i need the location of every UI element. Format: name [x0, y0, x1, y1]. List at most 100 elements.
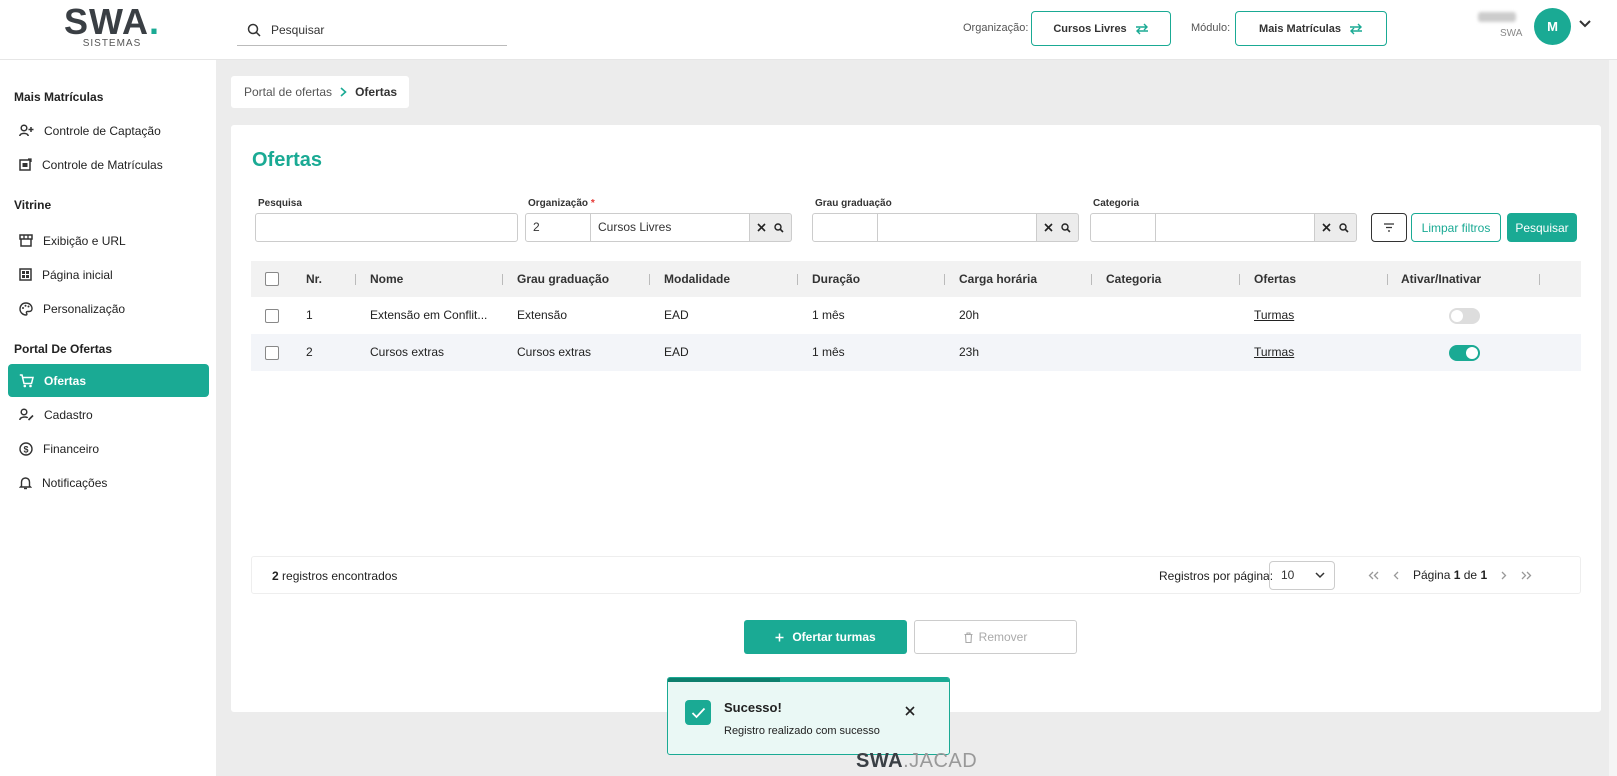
sidebar-section-portal-ofertas: Portal De Ofertas: [14, 342, 113, 356]
column-header-categoria[interactable]: Categoria: [1106, 261, 1161, 297]
column-header-duracao[interactable]: Duração: [812, 261, 860, 297]
table-row[interactable]: 2 Cursos extras Cursos extras EAD 1 mês …: [251, 334, 1581, 371]
user-add-icon: [19, 124, 34, 137]
sidebar-item-exibicao-url[interactable]: Exibição e URL: [8, 224, 209, 257]
svg-text:$: $: [23, 444, 28, 454]
pagination-bar: 2 registros encontrados Registros por pá…: [251, 556, 1581, 594]
remove-button[interactable]: Remover: [914, 620, 1077, 654]
sidebar-item-controle-matriculas[interactable]: Controle de Matrículas: [8, 148, 209, 181]
offer-classes-button[interactable]: Ofertar turmas: [744, 620, 907, 654]
clear-filters-button[interactable]: Limpar filtros: [1411, 213, 1501, 242]
cart-icon: [19, 373, 34, 387]
search-filter-label: Pesquisa: [258, 198, 302, 209]
sidebar-item-cadastro[interactable]: Cadastro: [8, 398, 209, 431]
search-icon[interactable]: [1061, 222, 1071, 233]
column-header-carga[interactable]: Carga horária: [959, 261, 1037, 297]
module-switch-button[interactable]: Mais Matrículas: [1235, 11, 1387, 46]
close-icon[interactable]: [905, 706, 915, 716]
grade-code-input[interactable]: [812, 213, 878, 242]
sidebar-item-controle-captacao[interactable]: Controle de Captação: [8, 114, 209, 147]
success-toast: Sucesso! Registro realizado com sucesso: [667, 677, 950, 755]
column-header-grau[interactable]: Grau graduação: [517, 261, 609, 297]
organization-switch-button[interactable]: Cursos Livres: [1031, 11, 1171, 46]
last-page-icon[interactable]: [1521, 571, 1532, 580]
user-name-blurred: [1478, 12, 1516, 22]
search-icon[interactable]: [1339, 222, 1349, 233]
toast-message: Registro realizado com sucesso: [724, 725, 880, 737]
chevron-right-icon: [340, 87, 347, 97]
grade-filter-actions: [1037, 213, 1079, 242]
scrollbar[interactable]: [1609, 60, 1617, 776]
active-toggle[interactable]: [1449, 308, 1480, 324]
pager: Página 1 de 1: [1368, 568, 1532, 582]
user-edit-icon: [19, 408, 34, 421]
sidebar-item-notificacoes[interactable]: Notificações: [8, 466, 209, 499]
per-page-select[interactable]: 10: [1269, 561, 1335, 590]
advanced-filter-button[interactable]: [1371, 213, 1407, 242]
clear-icon[interactable]: [757, 223, 766, 232]
sidebar-item-pagina-inicial[interactable]: Página inicial: [8, 258, 209, 291]
cell-modalidade: EAD: [664, 345, 689, 359]
global-search: [237, 14, 507, 46]
organization-value: Cursos Livres: [1053, 22, 1127, 35]
breadcrumb-link-portal-ofertas[interactable]: Portal de ofertas: [244, 85, 332, 99]
sidebar-item-personalizacao[interactable]: Personalização: [8, 292, 209, 325]
search-input[interactable]: [271, 22, 491, 37]
column-header-modalidade[interactable]: Modalidade: [664, 261, 730, 297]
chevron-down-icon: [1315, 572, 1325, 579]
user-org: SWA: [1500, 28, 1523, 39]
turmas-link[interactable]: Turmas: [1254, 334, 1294, 371]
turmas-link[interactable]: Turmas: [1254, 297, 1294, 334]
required-marker: *: [590, 198, 595, 209]
search-filter-input[interactable]: [255, 213, 518, 242]
bell-icon: [19, 476, 32, 489]
sidebar-item-label: Página inicial: [42, 267, 113, 282]
sidebar-item-label: Notificações: [42, 475, 108, 490]
check-icon: [685, 700, 711, 725]
cell-nome: Extensão em Conflit...: [370, 308, 488, 322]
category-name-input[interactable]: [1155, 213, 1315, 242]
column-header-ativar[interactable]: Ativar/Inativar: [1401, 261, 1481, 297]
row-checkbox[interactable]: [265, 309, 279, 323]
clear-icon[interactable]: [1044, 223, 1053, 232]
avatar[interactable]: M: [1534, 8, 1571, 45]
select-all-checkbox[interactable]: [265, 272, 279, 286]
active-toggle[interactable]: [1449, 345, 1480, 361]
organization-name-input[interactable]: Cursos Livres: [590, 213, 750, 242]
table-header: Nr. Nome Grau graduação Modalidade Duraç…: [251, 261, 1581, 297]
search-button[interactable]: Pesquisar: [1507, 213, 1577, 242]
previous-page-icon[interactable]: [1393, 571, 1399, 580]
swap-icon: [1349, 23, 1362, 34]
cell-carga: 20h: [959, 308, 980, 322]
first-page-icon[interactable]: [1368, 571, 1379, 580]
palette-icon: [19, 301, 33, 316]
category-code-input[interactable]: [1090, 213, 1156, 242]
logo-dot: .: [149, 1, 161, 42]
column-header-nome[interactable]: Nome: [370, 261, 403, 297]
next-page-icon[interactable]: [1501, 571, 1507, 580]
grade-filter-label: Grau graduação: [815, 198, 892, 209]
sidebar-item-label: Financeiro: [43, 441, 100, 456]
swa-logo[interactable]: SWA. SISTEMAS: [62, 1, 162, 50]
per-page-label: Registros por página:: [1159, 569, 1274, 583]
swap-icon: [1135, 23, 1148, 34]
table-row[interactable]: 1 Extensão em Conflit... Extensão EAD 1 …: [251, 297, 1581, 334]
sidebar-item-label: Cadastro: [44, 407, 93, 422]
search-icon[interactable]: [774, 222, 784, 233]
sidebar-item-financeiro[interactable]: $ Financeiro: [8, 432, 209, 465]
footer-logo: SWA.JACAD: [856, 750, 978, 772]
column-header-ofertas[interactable]: Ofertas: [1254, 261, 1296, 297]
row-checkbox[interactable]: [265, 346, 279, 360]
sidebar-item-label: Controle de Matrículas: [42, 157, 163, 172]
clear-icon[interactable]: [1322, 223, 1331, 232]
grade-name-input[interactable]: [877, 213, 1037, 242]
toast-title: Sucesso!: [724, 700, 782, 715]
column-header-nr[interactable]: Nr.: [306, 261, 322, 297]
offers-card: Ofertas Pesquisa Organização * 2 Cursos …: [231, 125, 1601, 712]
sidebar-item-label: Personalização: [43, 301, 126, 316]
organization-code-input[interactable]: 2: [525, 213, 591, 242]
sidebar-item-ofertas[interactable]: Ofertas: [8, 364, 209, 397]
cell-grau: Extensão: [517, 308, 568, 322]
chevron-down-icon[interactable]: [1579, 20, 1591, 28]
filter-icon: [1384, 223, 1394, 232]
